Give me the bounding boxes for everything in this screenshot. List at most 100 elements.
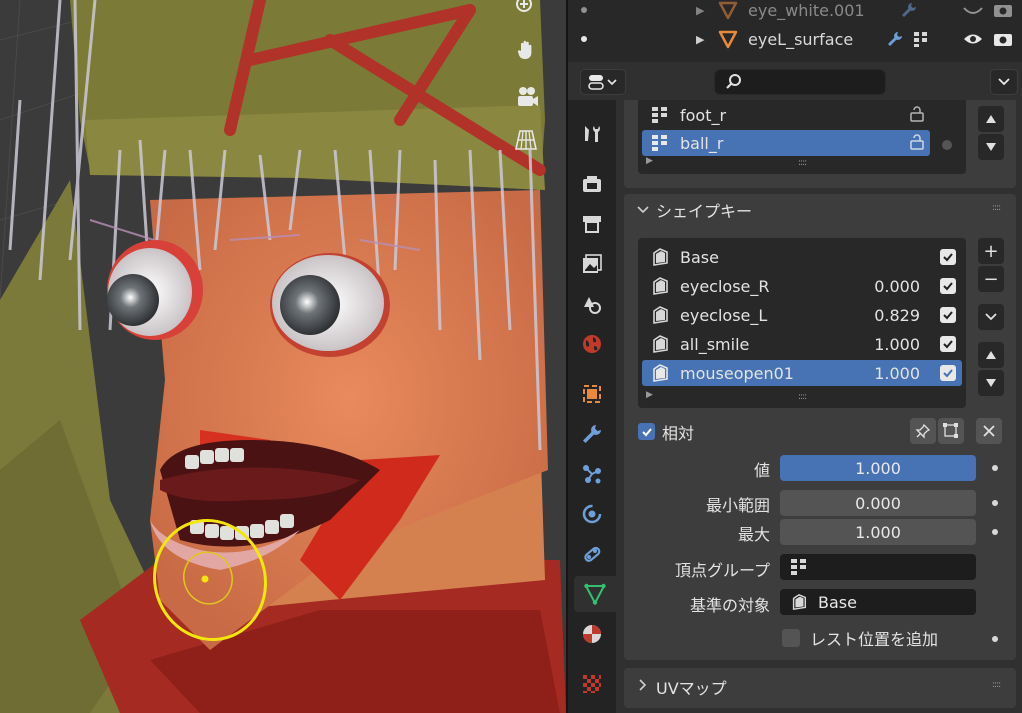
tab-object[interactable] [574, 376, 610, 412]
zoom-icon[interactable] [514, 0, 548, 28]
list-item[interactable]: eyeclose_L 0.829 [642, 302, 962, 328]
move-up-button[interactable] [978, 106, 1004, 132]
panel-drag-handle[interactable]: :::: [992, 680, 1001, 690]
chevron-right-icon[interactable] [636, 678, 650, 692]
visibility-eye-icon[interactable] [962, 0, 984, 21]
visibility-eye-icon[interactable] [962, 28, 984, 50]
chevron-down-icon [998, 78, 1010, 86]
uv-maps-title[interactable]: UVマップ [656, 675, 727, 699]
tab-output[interactable] [574, 206, 610, 242]
expand-arrow-icon[interactable]: ▶ [646, 390, 653, 400]
tab-view-layer[interactable] [574, 246, 610, 282]
expand-arrow-icon[interactable]: ▶ [646, 156, 653, 166]
list-item-selected[interactable]: ball_r [642, 130, 930, 156]
render-camera-icon[interactable] [992, 0, 1014, 21]
shape-key-specials-menu[interactable] [978, 304, 1004, 330]
list-item[interactable]: eyeclose_R 0.000 [642, 273, 962, 299]
pan-hand-icon[interactable] [514, 38, 548, 72]
perspective-grid-icon[interactable] [514, 128, 548, 162]
outliner-item-name[interactable]: eyeL_surface [748, 30, 853, 49]
keyframe-dot[interactable] [992, 529, 998, 535]
keyframe-dot[interactable] [992, 500, 998, 506]
value-label: 値 [753, 461, 770, 480]
wrench-icon[interactable] [884, 28, 906, 50]
keyframe-dot[interactable] [992, 465, 998, 471]
vertex-group-list[interactable]: foot_r ball_r ▶ :::: [638, 100, 966, 174]
shape-key-name: eyeclose_R [680, 276, 770, 296]
tab-tool[interactable] [574, 116, 610, 152]
tab-scene[interactable] [574, 286, 610, 322]
relative-to-label: 基準の対象 [689, 596, 770, 615]
tab-constraints[interactable] [574, 536, 610, 572]
shape-key-value[interactable]: 1.000 [874, 335, 920, 354]
search-input[interactable] [714, 69, 886, 95]
resize-grip[interactable]: :::: [798, 392, 807, 402]
list-item[interactable]: all_smile 1.000 [642, 331, 962, 357]
shape-key-mute-checkbox[interactable] [940, 336, 956, 352]
shape-key-mute-checkbox[interactable] [940, 307, 956, 323]
particles-icon [583, 465, 601, 484]
list-item[interactable]: foot_r [642, 102, 930, 128]
expand-arrow-icon[interactable]: ▶ [696, 4, 704, 17]
list-item-selected[interactable]: mouseopen01 1.000 [642, 360, 962, 386]
properties-editor[interactable]: foot_r ball_r ▶ :::: シェイプキー :::: Base ey… [566, 62, 1022, 713]
outliner[interactable]: ▶ eye_white.001 ▶ eyeL_surface [566, 0, 1022, 62]
max-label: 最大 [737, 525, 770, 544]
render-camera-icon[interactable] [992, 28, 1014, 50]
shape-key-list[interactable]: Base eyeclose_R 0.000 eyeclose_L 0.829 a… [638, 238, 966, 408]
move-down-button[interactable] [978, 134, 1004, 160]
tab-render[interactable] [574, 166, 610, 202]
value-slider[interactable]: 1.000 [780, 455, 976, 481]
panel-drag-handle[interactable]: :::: [992, 203, 1001, 213]
editor-type-dropdown[interactable] [580, 69, 626, 95]
max-field[interactable]: 1.000 [780, 519, 976, 545]
clear-weights-button[interactable] [976, 418, 1002, 444]
shape-key-mute-checkbox[interactable] [940, 365, 956, 381]
tab-world[interactable] [574, 326, 610, 362]
outliner-item-name[interactable]: eye_white.001 [748, 1, 865, 20]
outliner-row[interactable]: ▶ eye_white.001 [568, 0, 1022, 24]
chevron-down-icon[interactable] [636, 203, 650, 217]
move-down-button[interactable] [978, 370, 1004, 396]
shape-key-mute-checkbox[interactable] [940, 278, 956, 294]
relative-checkbox[interactable] [638, 423, 655, 440]
list-scrollbar[interactable] [940, 100, 954, 170]
add-rest-position-checkbox[interactable] [782, 629, 800, 647]
outliner-row[interactable]: ▶ eyeL_surface [568, 25, 1022, 53]
pin-button[interactable] [910, 418, 936, 444]
edit-mode-shape-button[interactable] [938, 418, 964, 444]
shape-key-value[interactable]: 0.829 [874, 306, 920, 325]
relative-label[interactable]: 相対 [662, 420, 694, 444]
viewport-scene [0, 0, 566, 713]
keyframe-dot[interactable] [992, 636, 998, 642]
shape-key-mute-checkbox[interactable] [940, 249, 956, 265]
options-dropdown[interactable] [990, 69, 1018, 95]
3d-viewport[interactable] [0, 0, 566, 713]
tab-material[interactable] [574, 616, 610, 652]
shape-keys-title[interactable]: シェイプキー [656, 198, 752, 222]
lock-open-icon[interactable] [908, 133, 926, 151]
tab-modifiers[interactable] [574, 416, 610, 452]
range-min-field[interactable]: 0.000 [780, 490, 976, 516]
resize-grip[interactable]: :::: [798, 158, 807, 168]
shape-key-icon [653, 335, 668, 353]
move-up-button[interactable] [978, 342, 1004, 368]
list-item[interactable]: Base [642, 244, 962, 270]
tab-object-data[interactable] [574, 576, 616, 612]
shape-key-icon [653, 364, 668, 382]
expand-arrow-icon[interactable]: ▶ [696, 33, 704, 46]
lock-open-icon[interactable] [908, 105, 926, 123]
camera-icon[interactable] [514, 84, 548, 118]
add-shape-key-button[interactable]: + [978, 238, 1004, 264]
vertex-group-field[interactable] [780, 554, 976, 580]
shape-key-value[interactable]: 1.000 [874, 364, 920, 383]
add-rest-position-label[interactable]: レスト位置を追加 [810, 626, 938, 650]
shape-key-value[interactable]: 0.000 [874, 277, 920, 296]
relative-to-field[interactable]: Base [780, 589, 976, 615]
remove-shape-key-button[interactable]: − [978, 266, 1004, 292]
tab-physics[interactable] [574, 496, 610, 532]
tab-particles[interactable] [574, 456, 610, 492]
tab-texture[interactable] [574, 666, 610, 702]
checkmark-icon [943, 282, 953, 291]
wrench-icon[interactable] [898, 0, 920, 21]
